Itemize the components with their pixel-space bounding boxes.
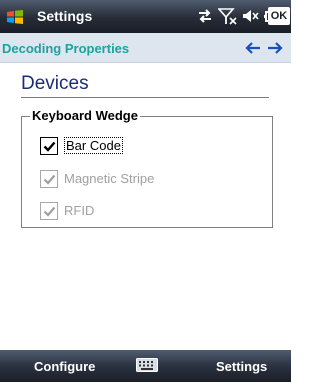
ok-button[interactable]: OK [268, 7, 290, 25]
group-title: Keyboard Wedge [30, 108, 140, 123]
title-bar: Settings OK [0, 0, 291, 33]
page-header: Decoding Properties [0, 33, 291, 63]
windows-flag-icon[interactable] [6, 9, 24, 25]
speaker-mute-icon[interactable] [242, 7, 260, 25]
magnetic-stripe-checkbox [40, 170, 58, 188]
arrow-left-icon[interactable] [244, 40, 262, 56]
app-title: Settings [37, 8, 93, 24]
arrow-right-icon[interactable] [266, 40, 284, 56]
menu-bar: Configure Settings [0, 350, 291, 382]
settings-softkey[interactable]: Settings [216, 359, 267, 374]
rfid-checkbox [40, 202, 58, 220]
rfid-label: RFID [64, 203, 95, 218]
bar-code-checkbox[interactable] [40, 137, 58, 155]
configure-softkey[interactable]: Configure [34, 359, 95, 374]
heading-divider [21, 97, 269, 98]
magnetic-stripe-label: Magnetic Stripe [64, 171, 155, 186]
connectivity-icon[interactable] [196, 7, 214, 25]
section-heading: Devices [21, 73, 89, 94]
keyboard-icon[interactable] [136, 358, 158, 372]
signal-off-icon[interactable] [218, 7, 238, 25]
bar-code-label[interactable]: Bar Code [64, 137, 123, 154]
page-title: Decoding Properties [2, 41, 130, 56]
